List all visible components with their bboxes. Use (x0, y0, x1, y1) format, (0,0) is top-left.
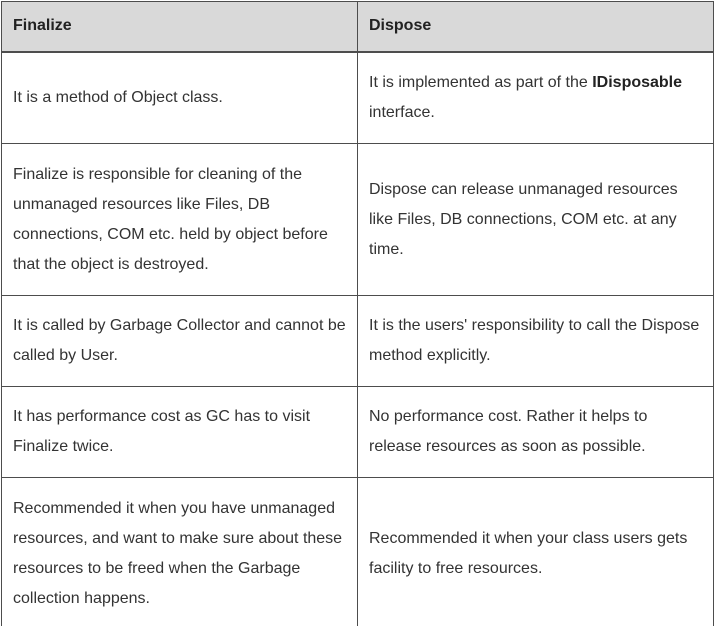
header-dispose: Dispose (357, 1, 714, 53)
dispose-cell: It is the users' responsibility to call … (357, 295, 714, 387)
dispose-cell: No performance cost. Rather it helps to … (357, 386, 714, 478)
dispose-cell: Recommended it when your class users get… (357, 477, 714, 626)
dispose-cell: It is implemented as part of the IDispos… (357, 51, 714, 144)
table-head: Finalize Dispose (1, 1, 714, 53)
dispose-text-after: interface. (369, 103, 435, 121)
finalize-cell: It is a method of Object class. (1, 51, 358, 144)
table-row: Recommended it when you have unmanaged r… (1, 477, 714, 626)
dispose-cell: Dispose can release unmanaged resources … (357, 143, 714, 296)
comparison-page: Finalize Dispose It is a method of Objec… (0, 0, 714, 626)
header-row: Finalize Dispose (1, 1, 714, 53)
table-row: It is a method of Object class. It is im… (1, 51, 714, 144)
table-row: Finalize is responsible for cleaning of … (1, 143, 714, 296)
finalize-vs-dispose-table: Finalize Dispose It is a method of Objec… (1, 1, 714, 626)
finalize-cell: It is called by Garbage Collector and ca… (1, 295, 358, 387)
finalize-cell: Finalize is responsible for cleaning of … (1, 143, 358, 296)
table-body: It is a method of Object class. It is im… (1, 51, 714, 626)
idisposable-keyword: IDisposable (592, 73, 683, 91)
header-finalize: Finalize (1, 1, 358, 53)
finalize-cell: It has performance cost as GC has to vis… (1, 386, 358, 478)
dispose-text-before: It is implemented as part of the (369, 73, 593, 91)
table-row: It has performance cost as GC has to vis… (1, 386, 714, 478)
table-row: It is called by Garbage Collector and ca… (1, 295, 714, 387)
finalize-cell: Recommended it when you have unmanaged r… (1, 477, 358, 626)
